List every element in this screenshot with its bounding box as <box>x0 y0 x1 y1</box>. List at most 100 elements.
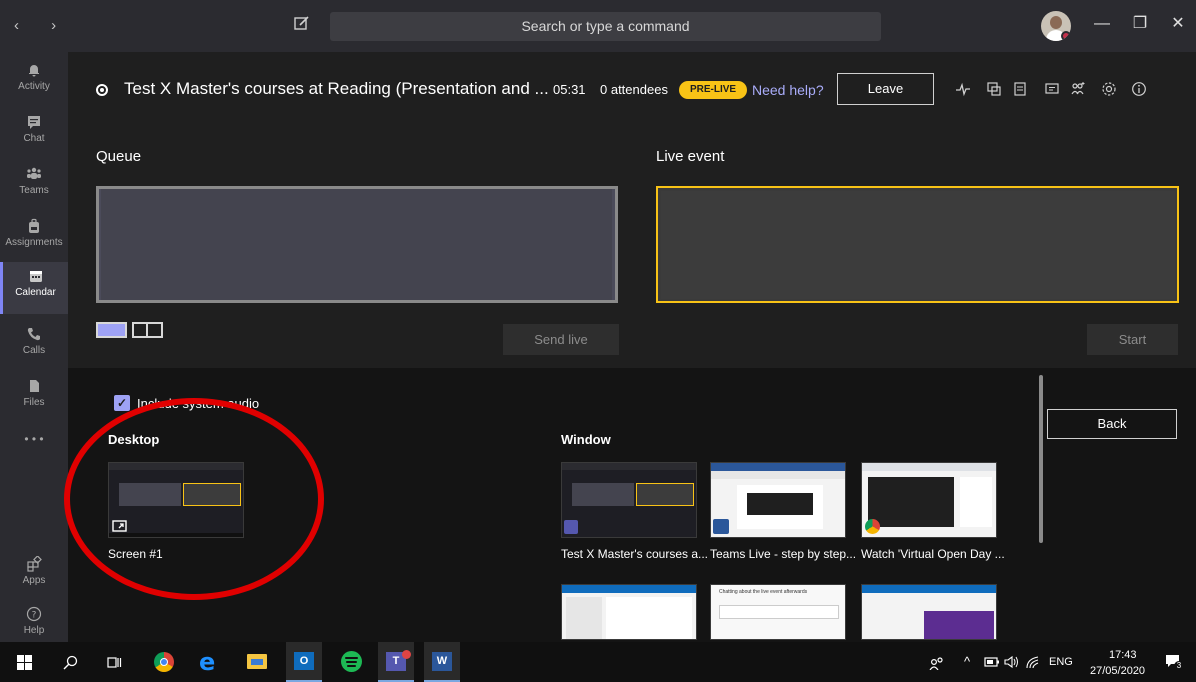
rail-label: Calendar <box>15 287 56 298</box>
avatar[interactable] <box>1041 11 1071 41</box>
clock-date[interactable]: 27/05/2020 <box>1090 665 1145 677</box>
live-event-title: Live event <box>656 148 725 165</box>
window-caption: Test X Master's courses a... <box>561 547 709 561</box>
leave-button[interactable]: Leave <box>837 73 934 105</box>
event-title: Test X Master's courses at Reading (Pres… <box>124 79 549 98</box>
volume-icon[interactable] <box>1004 655 1020 669</box>
teams-window: ‹ › Search or type a command — ❐ ✕ Activ… <box>0 0 1196 682</box>
battery-icon[interactable] <box>984 656 1000 668</box>
live-preview <box>656 186 1179 303</box>
window-preview-text: Chatting about the live event afterwards <box>719 589 808 595</box>
phone-icon <box>27 328 40 341</box>
chat-icon[interactable] <box>1044 81 1060 97</box>
rail-label: Help <box>23 625 45 636</box>
teams-app-icon <box>564 520 578 534</box>
need-help-link[interactable]: Need help? <box>752 82 824 98</box>
rail-label: Files <box>23 397 45 408</box>
start-button[interactable]: Start <box>1087 324 1178 355</box>
rail-item-more[interactable]: • • • <box>0 432 68 480</box>
settings-icon[interactable] <box>1101 81 1117 97</box>
window-thumbnail[interactable] <box>861 584 997 640</box>
title-bar: ‹ › Search or type a command — ❐ ✕ <box>0 0 1196 52</box>
outlook-taskbar-button[interactable]: O <box>286 642 322 682</box>
windows-start-icon[interactable] <box>17 655 32 670</box>
health-icon[interactable] <box>955 81 971 97</box>
word-taskbar-button[interactable]: W <box>424 642 460 682</box>
chrome-app-icon <box>865 519 880 534</box>
clock-time[interactable]: 17:43 <box>1109 649 1137 661</box>
q-and-a-icon[interactable] <box>986 81 1002 97</box>
more-icon: • • • <box>24 432 44 446</box>
new-chat-icon[interactable] <box>293 14 311 32</box>
back-button[interactable]: Back <box>1047 409 1177 439</box>
app-rail: Activity Chat Teams Assignments Calendar… <box>0 52 68 642</box>
queue-preview[interactable] <box>96 186 618 303</box>
window-caption: Teams Live - step by step... <box>710 547 857 561</box>
word-icon: W <box>432 652 452 671</box>
rail-item-help[interactable]: ? Help <box>0 600 68 648</box>
rail-item-apps[interactable]: Apps <box>0 550 68 598</box>
live-status-radio-icon <box>96 84 108 96</box>
minimize-button[interactable]: — <box>1092 14 1112 34</box>
network-icon[interactable] <box>1025 655 1041 669</box>
language-indicator[interactable]: ENG <box>1049 656 1073 668</box>
notifications-button[interactable]: 3 <box>1165 653 1184 671</box>
people-icon[interactable] <box>929 656 945 670</box>
tray-overflow-icon[interactable]: ^ <box>964 654 970 669</box>
window-thumbnail[interactable] <box>710 462 846 538</box>
rail-item-calls[interactable]: Calls <box>0 320 68 368</box>
search-input[interactable]: Search or type a command <box>330 12 881 41</box>
single-layout-button[interactable] <box>96 322 127 338</box>
side-by-side-layout-button[interactable] <box>132 322 163 338</box>
rail-item-teams[interactable]: Teams <box>0 160 68 208</box>
rail-item-calendar[interactable]: Calendar <box>0 262 68 314</box>
scrollbar[interactable] <box>1039 375 1043 543</box>
include-audio-checkbox[interactable]: ✓ <box>114 395 130 411</box>
spotify-icon <box>341 651 362 672</box>
rail-item-assignments[interactable]: Assignments <box>0 212 68 260</box>
teams-icon <box>27 167 41 179</box>
rail-label: Chat <box>23 133 45 144</box>
file-explorer-taskbar-button[interactable] <box>239 642 275 682</box>
history-nav[interactable]: ‹ › <box>14 17 70 34</box>
queue-title: Queue <box>96 148 142 165</box>
window-thumbnail[interactable] <box>561 462 697 538</box>
window-thumbnail[interactable] <box>861 462 997 538</box>
rail-label: Calls <box>22 345 46 356</box>
rail-label: Teams <box>19 185 49 196</box>
edge-taskbar-button[interactable]: e <box>191 642 227 682</box>
edge-icon: e <box>199 648 216 676</box>
window-thumbnail[interactable]: Chatting about the live event afterwards <box>710 584 846 640</box>
restore-button[interactable]: ❐ <box>1130 14 1150 34</box>
info-icon[interactable] <box>1131 81 1147 97</box>
bell-icon <box>29 65 39 77</box>
event-timer: 05:31 <box>553 82 586 97</box>
spotify-taskbar-button[interactable] <box>333 642 369 682</box>
window-thumbnail[interactable] <box>561 584 697 640</box>
window-caption: Watch 'Virtual Open Day ... <box>861 547 1005 561</box>
chrome-taskbar-button[interactable] <box>145 642 181 682</box>
status-badge: PRE-LIVE <box>679 81 747 99</box>
apps-icon <box>27 556 42 572</box>
rail-item-files[interactable]: Files <box>0 372 68 420</box>
task-view-icon[interactable] <box>107 655 122 670</box>
windows-taskbar: e O T W ^ ENG 17:43 27/05/2020 3 <box>0 642 1196 682</box>
close-button[interactable]: ✕ <box>1168 14 1188 34</box>
rail-label: Activity <box>18 81 50 92</box>
teams-taskbar-button[interactable]: T <box>378 642 414 682</box>
annotation-circle <box>64 398 324 600</box>
backpack-icon <box>29 218 39 233</box>
file-icon <box>30 380 39 392</box>
rail-label: Apps <box>22 575 46 586</box>
participants-icon[interactable] <box>1070 81 1086 97</box>
word-app-icon <box>713 519 729 534</box>
notes-icon[interactable] <box>1012 81 1028 97</box>
presence-busy-icon <box>1061 31 1071 41</box>
rail-label: Assignments <box>5 237 63 248</box>
search-icon[interactable] <box>63 655 78 670</box>
rail-item-chat[interactable]: Chat <box>0 108 68 156</box>
rail-item-activity[interactable]: Activity <box>0 56 68 104</box>
notification-count: 3 <box>1174 661 1184 671</box>
calendar-icon <box>29 271 42 282</box>
send-live-button[interactable]: Send live <box>503 324 619 355</box>
